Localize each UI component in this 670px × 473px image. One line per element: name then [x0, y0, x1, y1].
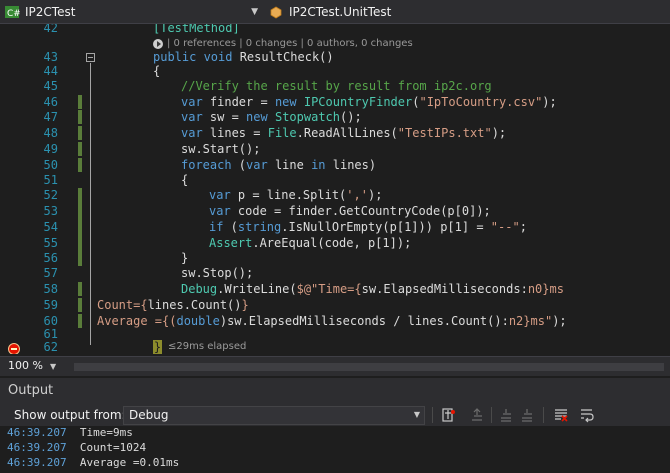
code-line: }: [181, 251, 189, 265]
chevron-down-icon: ▼: [413, 410, 420, 419]
code-line: var sw = new Stopwatch();: [181, 110, 362, 124]
code-line: Assert.AreEqual(code, p[1]);: [209, 236, 412, 250]
line-number: 42: [43, 24, 58, 35]
change-bar: [78, 298, 82, 312]
line-number: 53: [43, 204, 58, 218]
outline-guide: [90, 63, 91, 345]
line-number: 50: [43, 158, 58, 172]
zoom-level[interactable]: 100 %: [8, 359, 43, 372]
toolbar-separator: [543, 407, 544, 423]
toolbar-separator: [432, 407, 433, 423]
change-bar: [78, 142, 82, 156]
code-line: foreach (var line in lines): [181, 158, 377, 172]
change-bar: [78, 188, 82, 266]
csharp-project-icon: C#: [5, 6, 20, 19]
code-line: sw.Stop();: [181, 266, 254, 280]
line-number: 57: [43, 266, 58, 280]
project-dropdown[interactable]: C# IP2CTest ▼: [4, 3, 262, 21]
code-line: var lines = File.ReadAllLines("TestIPs.t…: [181, 126, 507, 140]
line-number: 56: [43, 251, 58, 265]
code-line: Debug.WriteLine($@"Time={sw.ElapsedMilli…: [181, 282, 564, 296]
code-line: [TestMethod]: [153, 24, 240, 35]
line-number: 45: [43, 79, 58, 93]
line-number: 49: [43, 142, 58, 156]
svg-text:C#: C#: [7, 9, 20, 19]
type-scope-name: IP2CTest.UnitTest: [289, 5, 392, 19]
collapse-toggle[interactable]: [86, 53, 95, 62]
line-number: 54: [43, 220, 58, 234]
output-line: 46:39.207 Average =0.01ms: [7, 456, 180, 469]
toggle-word-wrap-icon[interactable]: [578, 406, 596, 424]
show-output-label: Show output from:: [14, 408, 126, 422]
codelens[interactable]: | 0 references | 0 changes | 0 authors, …: [153, 37, 413, 50]
run-test-icon[interactable]: [153, 38, 163, 49]
code-line: sw.Start();: [181, 142, 261, 156]
code-text-area[interactable]: [TestMethod] | 0 references | 0 changes …: [97, 24, 667, 354]
toolbar-separator: [491, 407, 492, 423]
project-name: IP2CTest: [25, 5, 76, 19]
clear-all-icon[interactable]: [552, 406, 570, 424]
previous-message-icon[interactable]: [468, 406, 486, 424]
code-line: var code = finder.GetCountryCode(p[0]);: [209, 204, 491, 218]
code-line: public void ResultCheck(): [153, 50, 334, 64]
line-number: 62: [43, 340, 58, 354]
editor-status-strip: 100 % ▼: [0, 356, 670, 376]
output-title: Output: [8, 383, 54, 398]
class-icon: [270, 6, 282, 19]
code-line: var finder = new IPCountryFinder("IpToCo…: [181, 95, 557, 109]
go-to-message-icon[interactable]: [518, 406, 536, 424]
line-number: 46: [43, 95, 58, 109]
output-pane-header: Output: [0, 378, 670, 404]
output-line: 46:39.207 Time=9ms: [7, 426, 133, 439]
next-message-icon[interactable]: [497, 406, 515, 424]
line-number: 52: [43, 188, 58, 202]
code-line: Average ={(double)sw.ElapsedMilliseconds…: [97, 314, 567, 328]
line-number: 51: [43, 173, 58, 187]
output-toolbar: Show output from: Debug ▼: [0, 404, 670, 426]
line-number: 59: [43, 298, 58, 312]
horizontal-scrollbar[interactable]: [74, 363, 664, 371]
line-number: 58: [43, 282, 58, 296]
line-number: 48: [43, 126, 58, 140]
chevron-down-icon[interactable]: ▼: [50, 362, 56, 371]
code-line: {: [153, 64, 161, 78]
output-source-value: Debug: [129, 408, 169, 422]
output-line: 46:39.207 Count=1024: [7, 441, 147, 454]
line-number: 55: [43, 236, 58, 250]
code-line: if (string.IsNullOrEmpty(p[1])) p[1] = "…: [209, 220, 527, 234]
current-statement-breakpoint-icon[interactable]: [8, 343, 20, 354]
code-line: {: [181, 173, 189, 187]
change-bar: [78, 110, 82, 124]
change-bar: [78, 126, 82, 140]
code-comment: //Verify the result by result from ip2c.…: [181, 79, 492, 93]
codelens-text: | 0 references | 0 changes | 0 authors, …: [167, 38, 413, 49]
type-scope-dropdown[interactable]: IP2CTest.UnitTest: [268, 3, 666, 21]
change-bar: [78, 158, 82, 172]
code-line: var p = line.Split(',');: [209, 188, 383, 202]
output-source-select[interactable]: Debug ▼: [123, 406, 425, 425]
line-number: 44: [43, 64, 58, 78]
code-editor[interactable]: 42 43 44 45 46 47 48 49 50 51 52 53 54 5…: [0, 24, 670, 354]
find-message-in-code-icon[interactable]: [440, 406, 458, 424]
navigation-bar: C# IP2CTest ▼ IP2CTest.UnitTest: [0, 0, 670, 24]
code-line: Count={lines.Count()}: [97, 298, 249, 312]
change-bar: [78, 282, 82, 296]
change-bar: [78, 314, 82, 328]
change-bar: [78, 95, 82, 109]
current-statement-highlight: }: [153, 340, 162, 354]
output-text[interactable]: 46:39.207 Time=9ms 46:39.207 Count=1024 …: [0, 426, 670, 473]
chevron-down-icon: ▼: [251, 7, 258, 17]
line-number: 47: [43, 110, 58, 124]
perf-tip[interactable]: ≤29ms elapsed: [168, 341, 246, 352]
line-number-gutter: 42 43 44 45 46 47 48 49 50 51 52 53 54 5…: [0, 24, 86, 354]
